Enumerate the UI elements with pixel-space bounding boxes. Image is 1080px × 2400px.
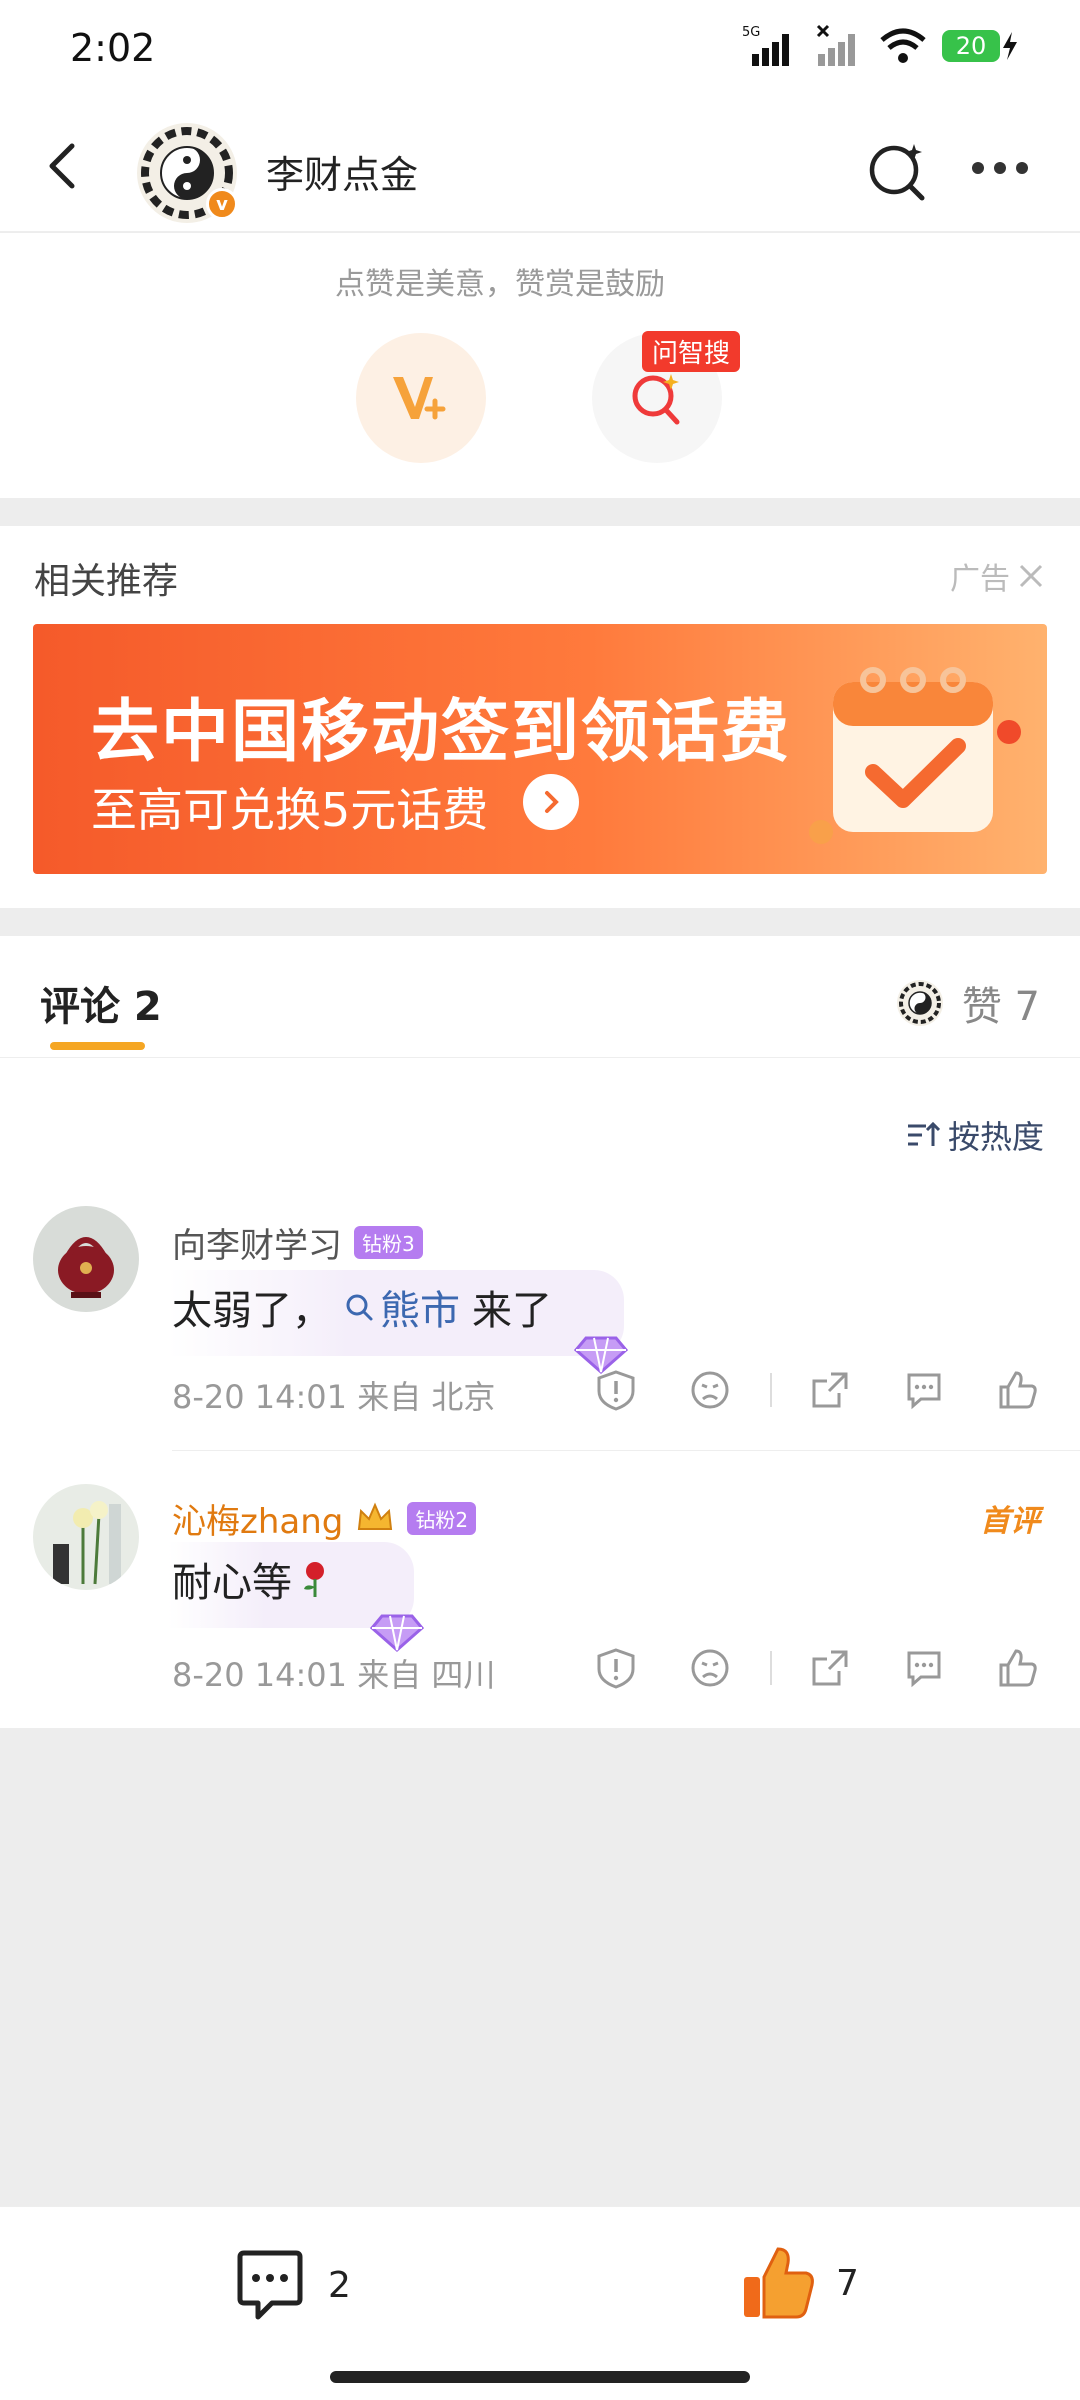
ai-search-tag: 问智搜 <box>642 331 741 372</box>
share-icon[interactable] <box>806 1644 854 1692</box>
commenter-avatar[interactable] <box>33 1484 139 1590</box>
comment-location: 来自 北京 <box>357 1378 496 1416</box>
topic-link[interactable]: 熊市 <box>344 1278 460 1336</box>
reward-slogan: 点赞是美意，赞赏是鼓励 <box>335 267 665 302</box>
close-icon[interactable] <box>1018 563 1044 589</box>
fan-badge: 钻粉3 <box>354 1226 423 1259</box>
commenter-avatar[interactable] <box>33 1206 139 1312</box>
comment-location: 来自 四川 <box>357 1656 496 1694</box>
tab-comments[interactable]: 评论 2 <box>40 974 162 1032</box>
reply-icon[interactable] <box>900 1366 948 1414</box>
comment-bubble-icon <box>237 2250 303 2320</box>
like-icon[interactable] <box>994 1644 1042 1692</box>
dislike-face-icon[interactable] <box>686 1366 734 1414</box>
status-icons: 5G 20 <box>742 24 1020 68</box>
home-indicator[interactable] <box>330 2371 750 2383</box>
ai-search-magnifier-icon <box>632 374 680 425</box>
bottom-action-bar: 2 7 <box>0 2206 1080 2400</box>
more-dot <box>1016 162 1028 174</box>
like-count: 7 <box>836 2262 859 2304</box>
cellular-5g-icon: 5G <box>742 25 789 66</box>
thumbs-up-filled-icon <box>744 2247 814 2319</box>
battery-level: 20 <box>942 30 1000 62</box>
reply-icon[interactable] <box>900 1644 948 1692</box>
section-title: 相关推荐 <box>34 561 179 602</box>
charging-icon <box>1003 32 1017 60</box>
banner-subtitle: 至高可兑换5元话费 <box>91 783 489 837</box>
ad-label-text: 广告 <box>950 562 1010 597</box>
comment-actions <box>592 1644 1080 1692</box>
fan-badge: 钻粉2 <box>407 1502 477 1535</box>
commenter-name[interactable]: 沁梅zhang <box>172 1494 343 1543</box>
comment-actions <box>592 1366 1080 1414</box>
comment-meta: 8-20 14:01 来自 北京 <box>172 1372 495 1418</box>
first-comment-tag: 首评 <box>980 1504 1040 1539</box>
share-icon[interactable] <box>806 1366 854 1414</box>
banner-headline: 去中国移动签到领话费 <box>91 693 792 772</box>
reward-button[interactable] <box>356 333 486 463</box>
comments-section: 评论 2 赞 7 按热度 向李财学习 钻粉3 太弱了， 熊市 来了 8-20 1… <box>0 936 1080 1728</box>
ad-banner[interactable]: 去中国移动签到领话费 至高可兑换5元话费 <box>33 624 1047 874</box>
rose-emoji-icon <box>304 1562 324 1597</box>
comment-divider <box>172 1450 1080 1451</box>
report-icon[interactable] <box>592 1644 640 1692</box>
related-recommendations: 相关推荐 广告 去中国移动签到领话费 至高可兑换5元话费 <box>0 526 1080 908</box>
comment-count: 2 <box>328 2264 351 2306</box>
action-separator <box>770 1373 772 1407</box>
more-options-icon[interactable] <box>972 162 1028 174</box>
tab-likes[interactable]: 赞 7 <box>896 974 1040 1032</box>
wifi-icon <box>880 28 926 63</box>
sort-icon <box>907 1121 940 1146</box>
ad-label[interactable]: 广告 <box>950 554 1044 598</box>
back-arrow-icon[interactable] <box>36 138 92 194</box>
cellular-no-signal-icon <box>816 24 855 66</box>
v-plus-icon <box>393 377 446 420</box>
comment-time: 8-20 14:01 <box>172 1656 348 1694</box>
crown-fan-icon <box>358 1501 393 1530</box>
status-time: 2:02 <box>70 26 156 70</box>
comment-text-before: 太弱了， <box>172 1288 332 1334</box>
tab-underline <box>50 1042 145 1050</box>
commenter-name[interactable]: 向李财学习 <box>172 1218 342 1267</box>
commenter-name-row: 向李财学习 钻粉3 <box>172 1218 423 1267</box>
action-separator <box>770 1651 772 1685</box>
liker-avatar <box>896 980 943 1026</box>
status-bar: 2:02 5G 20 <box>0 0 1080 100</box>
topic-text: 熊市 <box>380 1288 460 1334</box>
comment-text: 太弱了， 熊市 来了 <box>168 1270 632 1356</box>
more-dot <box>994 162 1006 174</box>
commenter-name-row: 沁梅zhang 钻粉2 <box>172 1494 477 1543</box>
svg-text:5G: 5G <box>742 25 760 40</box>
sort-by-hot[interactable]: 按热度 <box>906 1112 1044 1158</box>
battery-indicator: 20 <box>942 30 1020 62</box>
verified-badge-icon: v <box>206 188 238 220</box>
report-icon[interactable] <box>592 1366 640 1414</box>
comment-time: 8-20 14:01 <box>172 1378 348 1416</box>
bottom-comment-button[interactable]: 2 <box>232 2247 351 2323</box>
top-nav-bar: v 李财点金 <box>0 100 1080 232</box>
calendar-check-icon <box>809 667 1021 844</box>
comment-meta: 8-20 14:01 来自 四川 <box>172 1650 495 1696</box>
topic-search-icon <box>346 1294 373 1321</box>
comment-item: 向李财学习 钻粉3 太弱了， 熊市 来了 8-20 14:01 来自 北京 <box>0 1206 1080 1416</box>
comment-text-before: 耐心等 <box>172 1560 292 1606</box>
bottom-like-button[interactable]: 7 <box>740 2243 859 2323</box>
sort-label: 按热度 <box>947 1118 1044 1156</box>
dislike-face-icon[interactable] <box>686 1644 734 1692</box>
comment-item: 沁梅zhang 钻粉2 首评 耐心等 8-20 14:01 来自 四川 <box>0 1484 1080 1694</box>
reward-section: 点赞是美意，赞赏是鼓励 问智搜 <box>0 233 1080 498</box>
banner-arrow-icon <box>523 774 579 830</box>
comment-content: 耐心等 <box>172 1550 402 1608</box>
more-dot <box>972 162 984 174</box>
comment-content: 太弱了， 熊市 来了 <box>172 1278 612 1336</box>
comment-tabs: 评论 2 赞 7 <box>0 936 1080 1058</box>
ai-search-icon[interactable] <box>866 140 928 202</box>
comment-text-after: 来了 <box>472 1288 552 1334</box>
likes-label: 赞 7 <box>961 984 1040 1030</box>
like-icon[interactable] <box>994 1366 1042 1414</box>
author-name[interactable]: 李财点金 <box>266 144 418 199</box>
